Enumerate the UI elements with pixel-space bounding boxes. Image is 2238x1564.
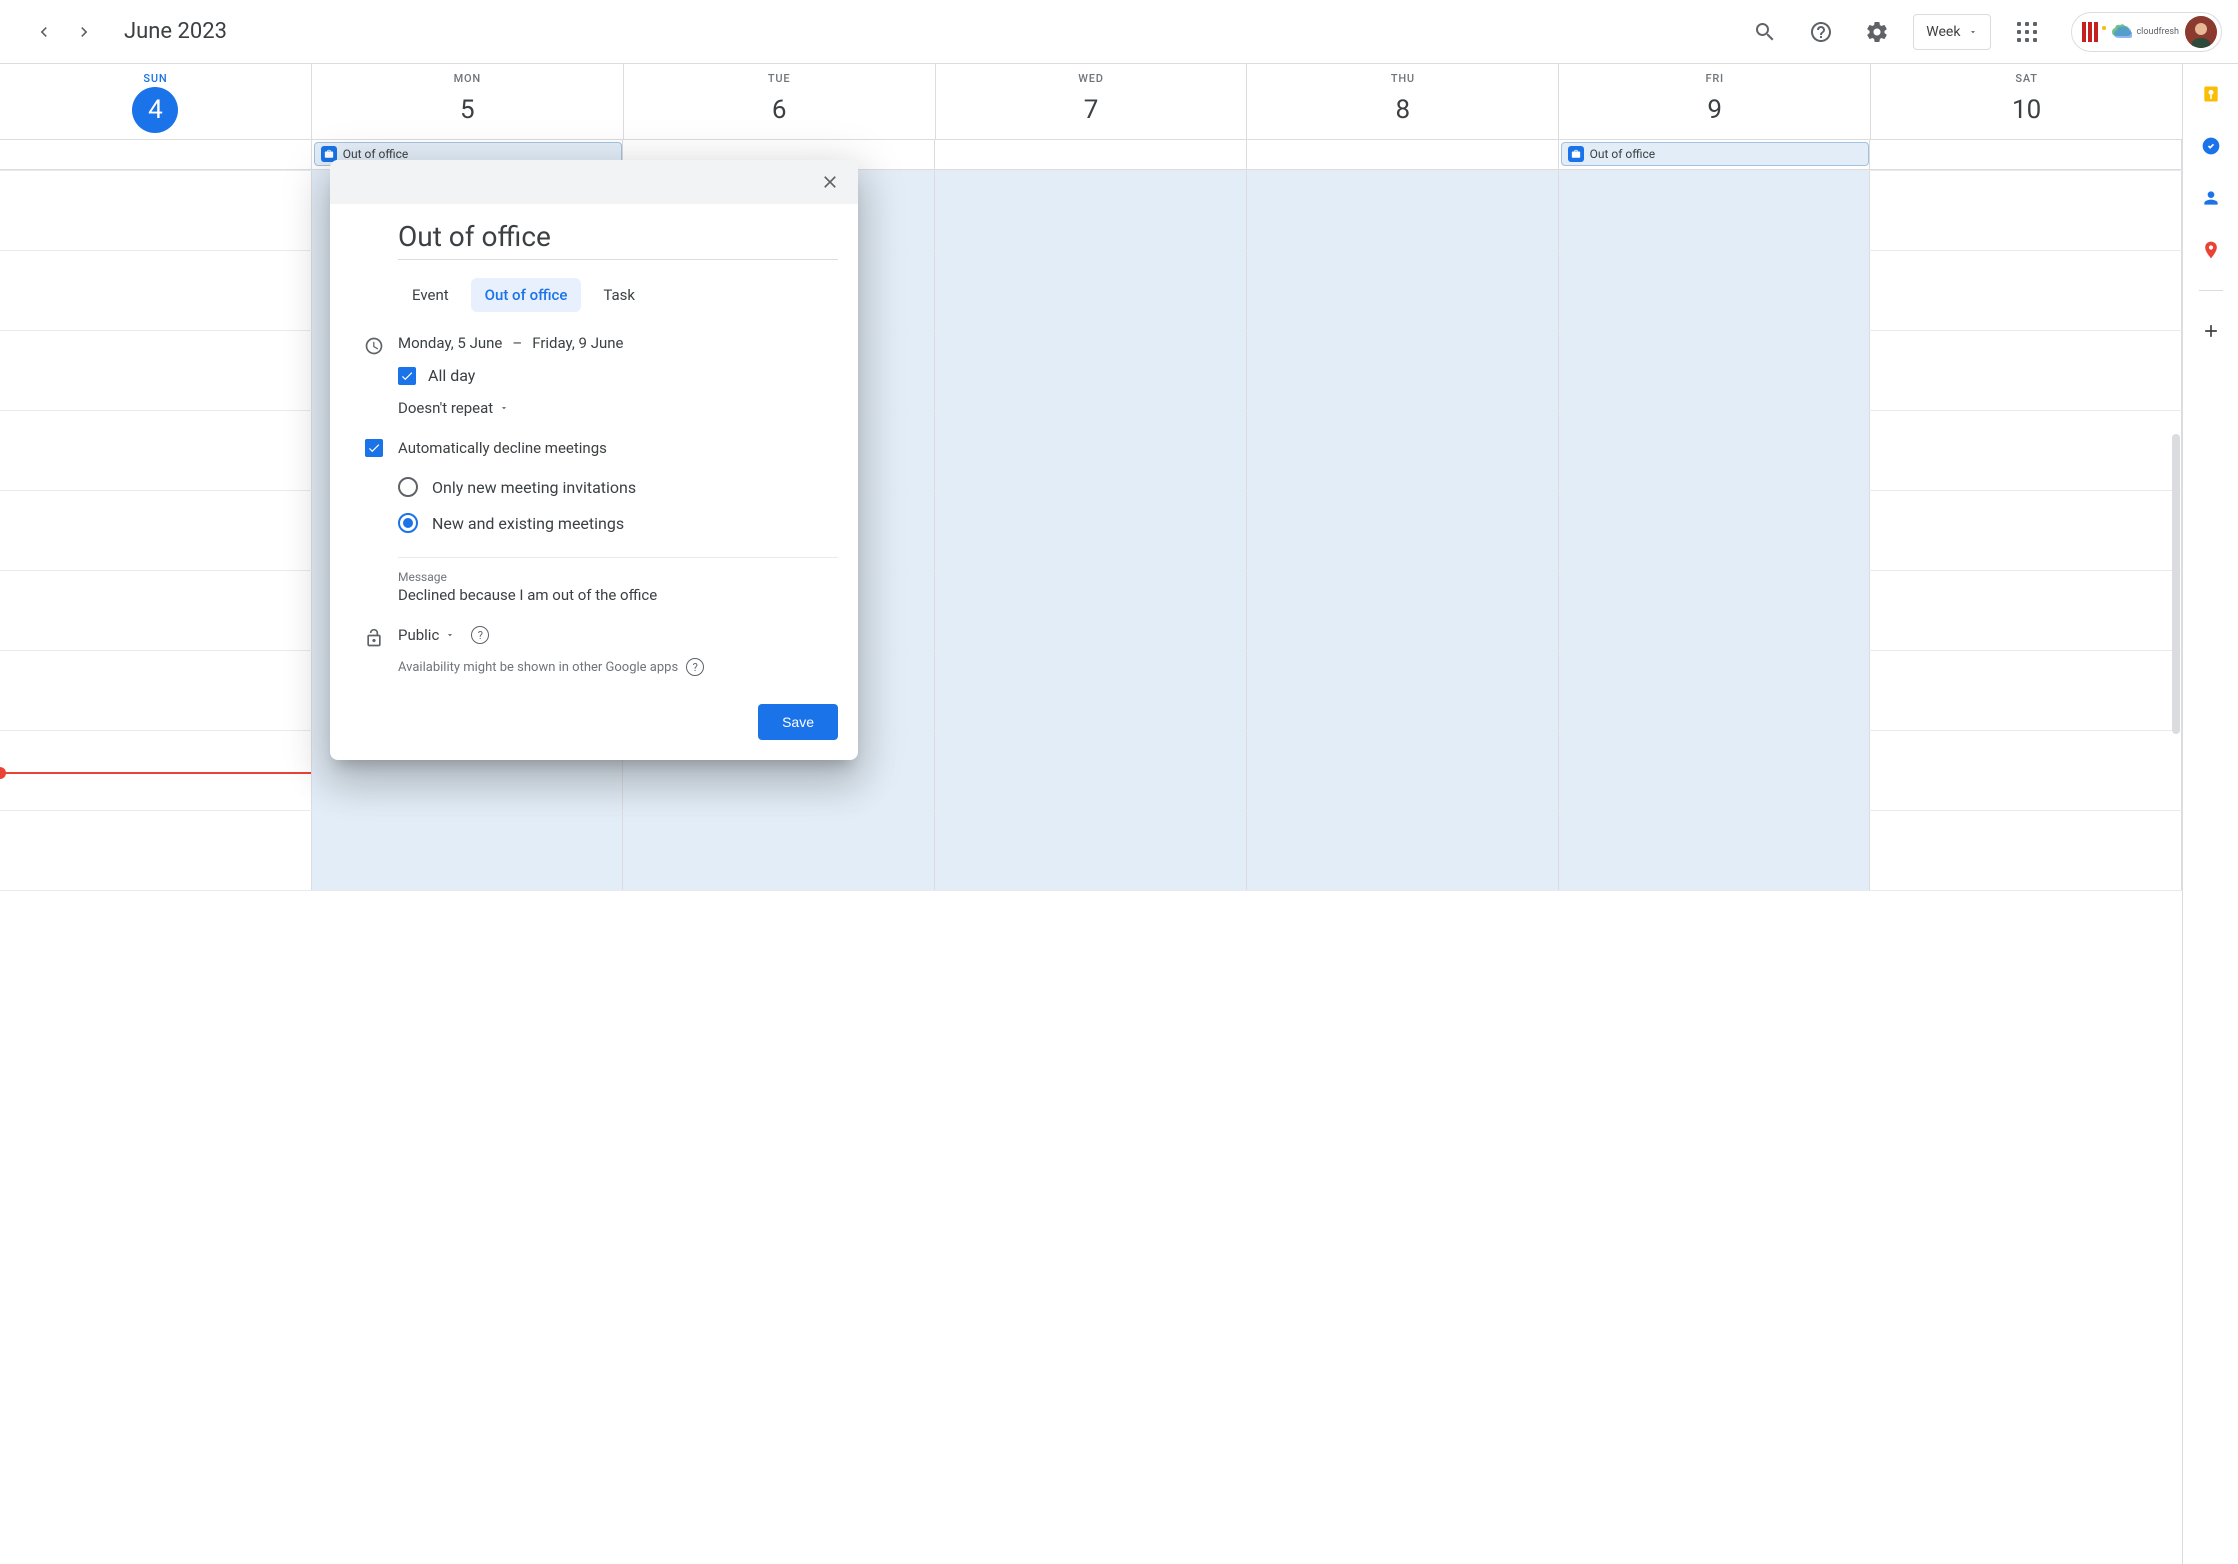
calendar-grid: SUN 4 MON 5 TUE 6 WED 7 THU 8 FRI 9	[0, 64, 2182, 1564]
event-type-tabs: Event Out of office Task	[398, 278, 838, 312]
event-editor-dialog: Out of office Event Out of office Task M…	[330, 160, 858, 760]
close-button[interactable]	[814, 166, 846, 198]
person-icon	[2201, 188, 2221, 208]
lock-icon	[350, 626, 398, 648]
save-button[interactable]: Save	[758, 704, 838, 740]
clock-icon	[350, 334, 398, 356]
briefcase-icon	[1568, 146, 1584, 162]
allday-cell-thu[interactable]	[1247, 140, 1559, 169]
day-header-fri[interactable]: FRI 9	[1559, 64, 1871, 139]
help-button[interactable]	[1801, 12, 1841, 52]
scrollbar[interactable]	[2172, 434, 2180, 734]
settings-button[interactable]	[1857, 12, 1897, 52]
day-header-sat[interactable]: SAT 10	[1871, 64, 2182, 139]
grid-col-fri[interactable]	[1559, 170, 1871, 890]
end-date[interactable]: Friday, 9 June	[532, 334, 623, 352]
allday-cell-sat[interactable]	[1870, 140, 2182, 169]
chevron-down-icon	[499, 403, 509, 413]
check-icon	[367, 441, 381, 455]
page-title: June 2023	[124, 19, 227, 44]
check-icon	[400, 369, 414, 383]
maps-icon	[2201, 240, 2221, 260]
chevron-down-icon	[445, 630, 455, 640]
next-period-button[interactable]	[68, 16, 100, 48]
prev-period-button[interactable]	[28, 16, 60, 48]
day-header-mon[interactable]: MON 5	[312, 64, 624, 139]
start-date[interactable]: Monday, 5 June	[398, 334, 502, 352]
search-button[interactable]	[1745, 12, 1785, 52]
plus-icon	[2201, 321, 2221, 341]
right-side-panel	[2182, 64, 2238, 1564]
radio-only-new[interactable]: Only new meeting invitations	[398, 469, 838, 505]
account-switcher[interactable]: cloudfresh	[2071, 12, 2222, 52]
grid-col-wed[interactable]	[935, 170, 1247, 890]
grid-col-sun[interactable]	[0, 170, 312, 890]
day-header-tue[interactable]: TUE 6	[624, 64, 936, 139]
all-day-label: All day	[428, 366, 475, 385]
availability-hint: Availability might be shown in other Goo…	[398, 660, 678, 675]
allday-cell-wed[interactable]	[935, 140, 1247, 169]
day-header-thu[interactable]: THU 8	[1247, 64, 1559, 139]
avatar	[2185, 16, 2217, 48]
auto-decline-label: Automatically decline meetings	[398, 439, 838, 457]
current-time-indicator	[0, 772, 311, 774]
event-title-input[interactable]: Out of office	[398, 216, 838, 260]
recurrence-selector[interactable]: Doesn't repeat	[398, 399, 838, 417]
main-content: SUN 4 MON 5 TUE 6 WED 7 THU 8 FRI 9	[0, 64, 2238, 1564]
all-day-checkbox[interactable]	[398, 367, 416, 385]
allday-row: Out of office Out of office	[0, 140, 2182, 170]
keep-app-button[interactable]	[2193, 76, 2229, 112]
view-selector[interactable]: Week	[1913, 14, 1991, 50]
date-separator: –	[512, 334, 522, 352]
radio-checked-icon	[398, 513, 418, 533]
divider	[398, 557, 838, 558]
apps-grid-icon	[2017, 22, 2037, 42]
help-icon[interactable]: ?	[686, 658, 704, 676]
message-label: Message	[398, 570, 838, 584]
tasks-app-button[interactable]	[2193, 128, 2229, 164]
tab-task[interactable]: Task	[589, 278, 649, 312]
keep-icon	[2201, 84, 2221, 104]
ooo-event-chip[interactable]: Out of office	[1561, 142, 1870, 166]
allday-cell-fri[interactable]: Out of office	[1559, 140, 1871, 169]
day-header-sun[interactable]: SUN 4	[0, 64, 312, 139]
grid-col-thu[interactable]	[1247, 170, 1559, 890]
decline-message-input[interactable]: Declined because I am out of the office	[398, 586, 838, 604]
tab-event[interactable]: Event	[398, 278, 463, 312]
time-grid[interactable]	[0, 170, 2182, 890]
day-headers-row: SUN 4 MON 5 TUE 6 WED 7 THU 8 FRI 9	[0, 64, 2182, 140]
org-logo: cloudfresh	[2082, 22, 2179, 42]
visibility-selector[interactable]: Public	[398, 626, 455, 644]
auto-decline-checkbox[interactable]	[365, 439, 383, 457]
radio-new-and-existing[interactable]: New and existing meetings	[398, 505, 838, 541]
grid-col-sat[interactable]	[1870, 170, 2182, 890]
radio-icon	[398, 477, 418, 497]
add-addon-button[interactable]	[2193, 313, 2229, 349]
day-header-wed[interactable]: WED 7	[936, 64, 1248, 139]
google-apps-button[interactable]	[2007, 12, 2047, 52]
view-label: Week	[1926, 24, 1960, 40]
dialog-header	[330, 160, 858, 204]
cloud-icon	[2112, 24, 2132, 40]
allday-cell-sun[interactable]	[0, 140, 312, 169]
tab-out-of-office[interactable]: Out of office	[471, 278, 582, 312]
divider	[2199, 290, 2223, 291]
chevron-down-icon	[1968, 27, 1978, 37]
contacts-app-button[interactable]	[2193, 180, 2229, 216]
maps-app-button[interactable]	[2193, 232, 2229, 268]
app-header: June 2023 Week cloudfresh	[0, 0, 2238, 64]
help-icon[interactable]: ?	[471, 626, 489, 644]
tasks-icon	[2201, 136, 2221, 156]
close-icon	[820, 172, 840, 192]
